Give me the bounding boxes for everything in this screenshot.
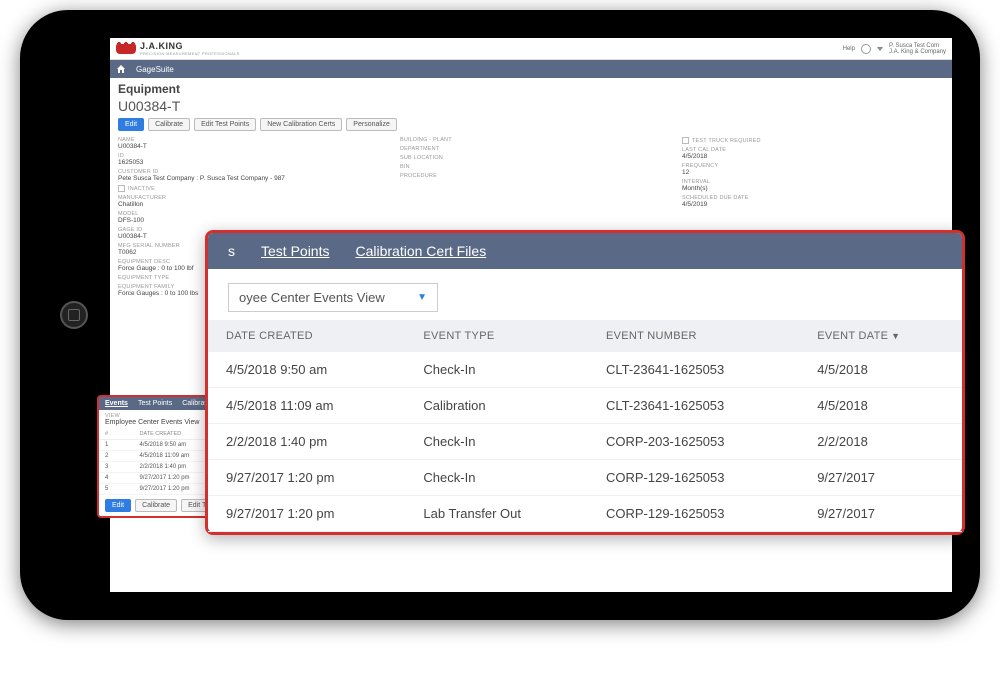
field-building-plant: BUILDING - PLANT — [400, 137, 662, 143]
help-link[interactable]: Help — [843, 46, 855, 52]
app-header: J.A.KING PRECISION MEASUREMENT PROFESSIO… — [110, 38, 952, 60]
header-right: Help P. Susca Test Com J.A. King & Compa… — [843, 43, 946, 55]
brand-logo: J.A.KING PRECISION MEASUREMENT PROFESSIO… — [116, 41, 240, 56]
events-tabs-zoom: s Test Points Calibration Cert Files — [208, 233, 962, 269]
field-last-cal-date: LAST CAL DATE4/5/2018 — [682, 147, 944, 160]
chevron-down-icon: ▼ — [417, 292, 427, 303]
view-name-zoom: oyee Center Events View — [239, 290, 385, 305]
tab-events-small[interactable]: Events — [105, 400, 128, 407]
table-row[interactable]: 9/27/2017 1:20 pmLab Transfer OutCORP-12… — [208, 496, 962, 532]
field-customer-id: CUSTOMER IDPete Susca Test Company : P. … — [118, 169, 380, 182]
user-line1: P. Susca Test Com — [889, 43, 946, 49]
tab-test-points-zoom[interactable]: Test Points — [261, 243, 329, 259]
field-test-truck-required: TEST TRUCK REQUIRED — [682, 137, 944, 144]
home-icon[interactable] — [116, 64, 126, 74]
zcol-ed[interactable]: EVENT DATE — [799, 320, 962, 352]
field-sub-location: SUB LOCATION — [400, 155, 662, 161]
table-row[interactable]: 2/2/2018 1:40 pmCheck-InCORP-203-1625053… — [208, 424, 962, 460]
crown-icon — [116, 44, 136, 54]
calibrate-button[interactable]: Calibrate — [148, 118, 190, 131]
field-manufacturer: MANUFACTURERChatillon — [118, 195, 380, 208]
field-name: NAMEU00384-T — [118, 137, 380, 150]
field-bin: BIN — [400, 164, 662, 170]
checkbox-icon[interactable] — [118, 185, 125, 192]
checkbox-icon[interactable] — [682, 137, 689, 144]
field-id: ID1625053 — [118, 153, 380, 166]
table-row[interactable]: 9/27/2017 1:20 pmCheck-InCORP-129-162505… — [208, 460, 962, 496]
chevron-down-icon[interactable] — [877, 47, 883, 51]
tablet-home-button[interactable] — [60, 301, 88, 329]
zcol-en[interactable]: EVENT NUMBER — [588, 320, 799, 352]
personalize-button[interactable]: Personalize — [346, 118, 397, 131]
edit-test-points-button[interactable]: Edit Test Points — [194, 118, 256, 131]
field-inactive: INACTIVE — [118, 185, 380, 192]
events-panel-zoom: s Test Points Calibration Cert Files oye… — [205, 230, 965, 535]
field-model: MODELDFS-100 — [118, 211, 380, 224]
field-frequency: FREQUENCY12 — [682, 163, 944, 176]
zcol-et[interactable]: EVENT TYPE — [405, 320, 588, 352]
field-scheduled-due-date: SCHEDULED DUE DATE4/5/2019 — [682, 195, 944, 208]
user-line2: J.A. King & Company — [889, 49, 946, 55]
tab-test-points-small[interactable]: Test Points — [138, 400, 172, 407]
field-procedure: PROCEDURE — [400, 173, 662, 179]
field-interval: INTERVALMonth(s) — [682, 179, 944, 192]
tab-events-zoom-frag[interactable]: s — [228, 243, 235, 259]
nav-app[interactable]: GageSuite — [136, 65, 174, 74]
calibrate-button-2[interactable]: Calibrate — [135, 499, 177, 512]
edit-button[interactable]: Edit — [118, 118, 144, 131]
page-title: Equipment — [118, 82, 944, 96]
brand-name: J.A.KING — [140, 41, 240, 51]
field-department: DEPARTMENT — [400, 146, 662, 152]
table-row[interactable]: 4/5/2018 11:09 amCalibrationCLT-23641-16… — [208, 388, 962, 424]
action-buttons-top: Edit Calibrate Edit Test Points New Cali… — [118, 118, 944, 131]
table-row[interactable]: 4/5/2018 9:50 amCheck-InCLT-23641-162505… — [208, 352, 962, 388]
events-table-zoom: DATE CREATED EVENT TYPE EVENT NUMBER EVE… — [208, 320, 962, 532]
page-subtitle: U00384-T — [118, 98, 944, 114]
edit-button-2[interactable]: Edit — [105, 499, 131, 512]
zcol-dc[interactable]: DATE CREATED — [208, 320, 405, 352]
avatar-icon[interactable] — [861, 44, 871, 54]
nav-bar: GageSuite — [110, 60, 952, 78]
brand-tagline: PRECISION MEASUREMENT PROFESSIONALS — [140, 51, 240, 56]
col-num: # — [99, 429, 134, 440]
view-dropdown[interactable]: oyee Center Events View ▼ — [228, 283, 438, 312]
new-cal-certs-button[interactable]: New Calibration Certs — [260, 118, 342, 131]
tab-certs-zoom[interactable]: Calibration Cert Files — [355, 243, 486, 259]
